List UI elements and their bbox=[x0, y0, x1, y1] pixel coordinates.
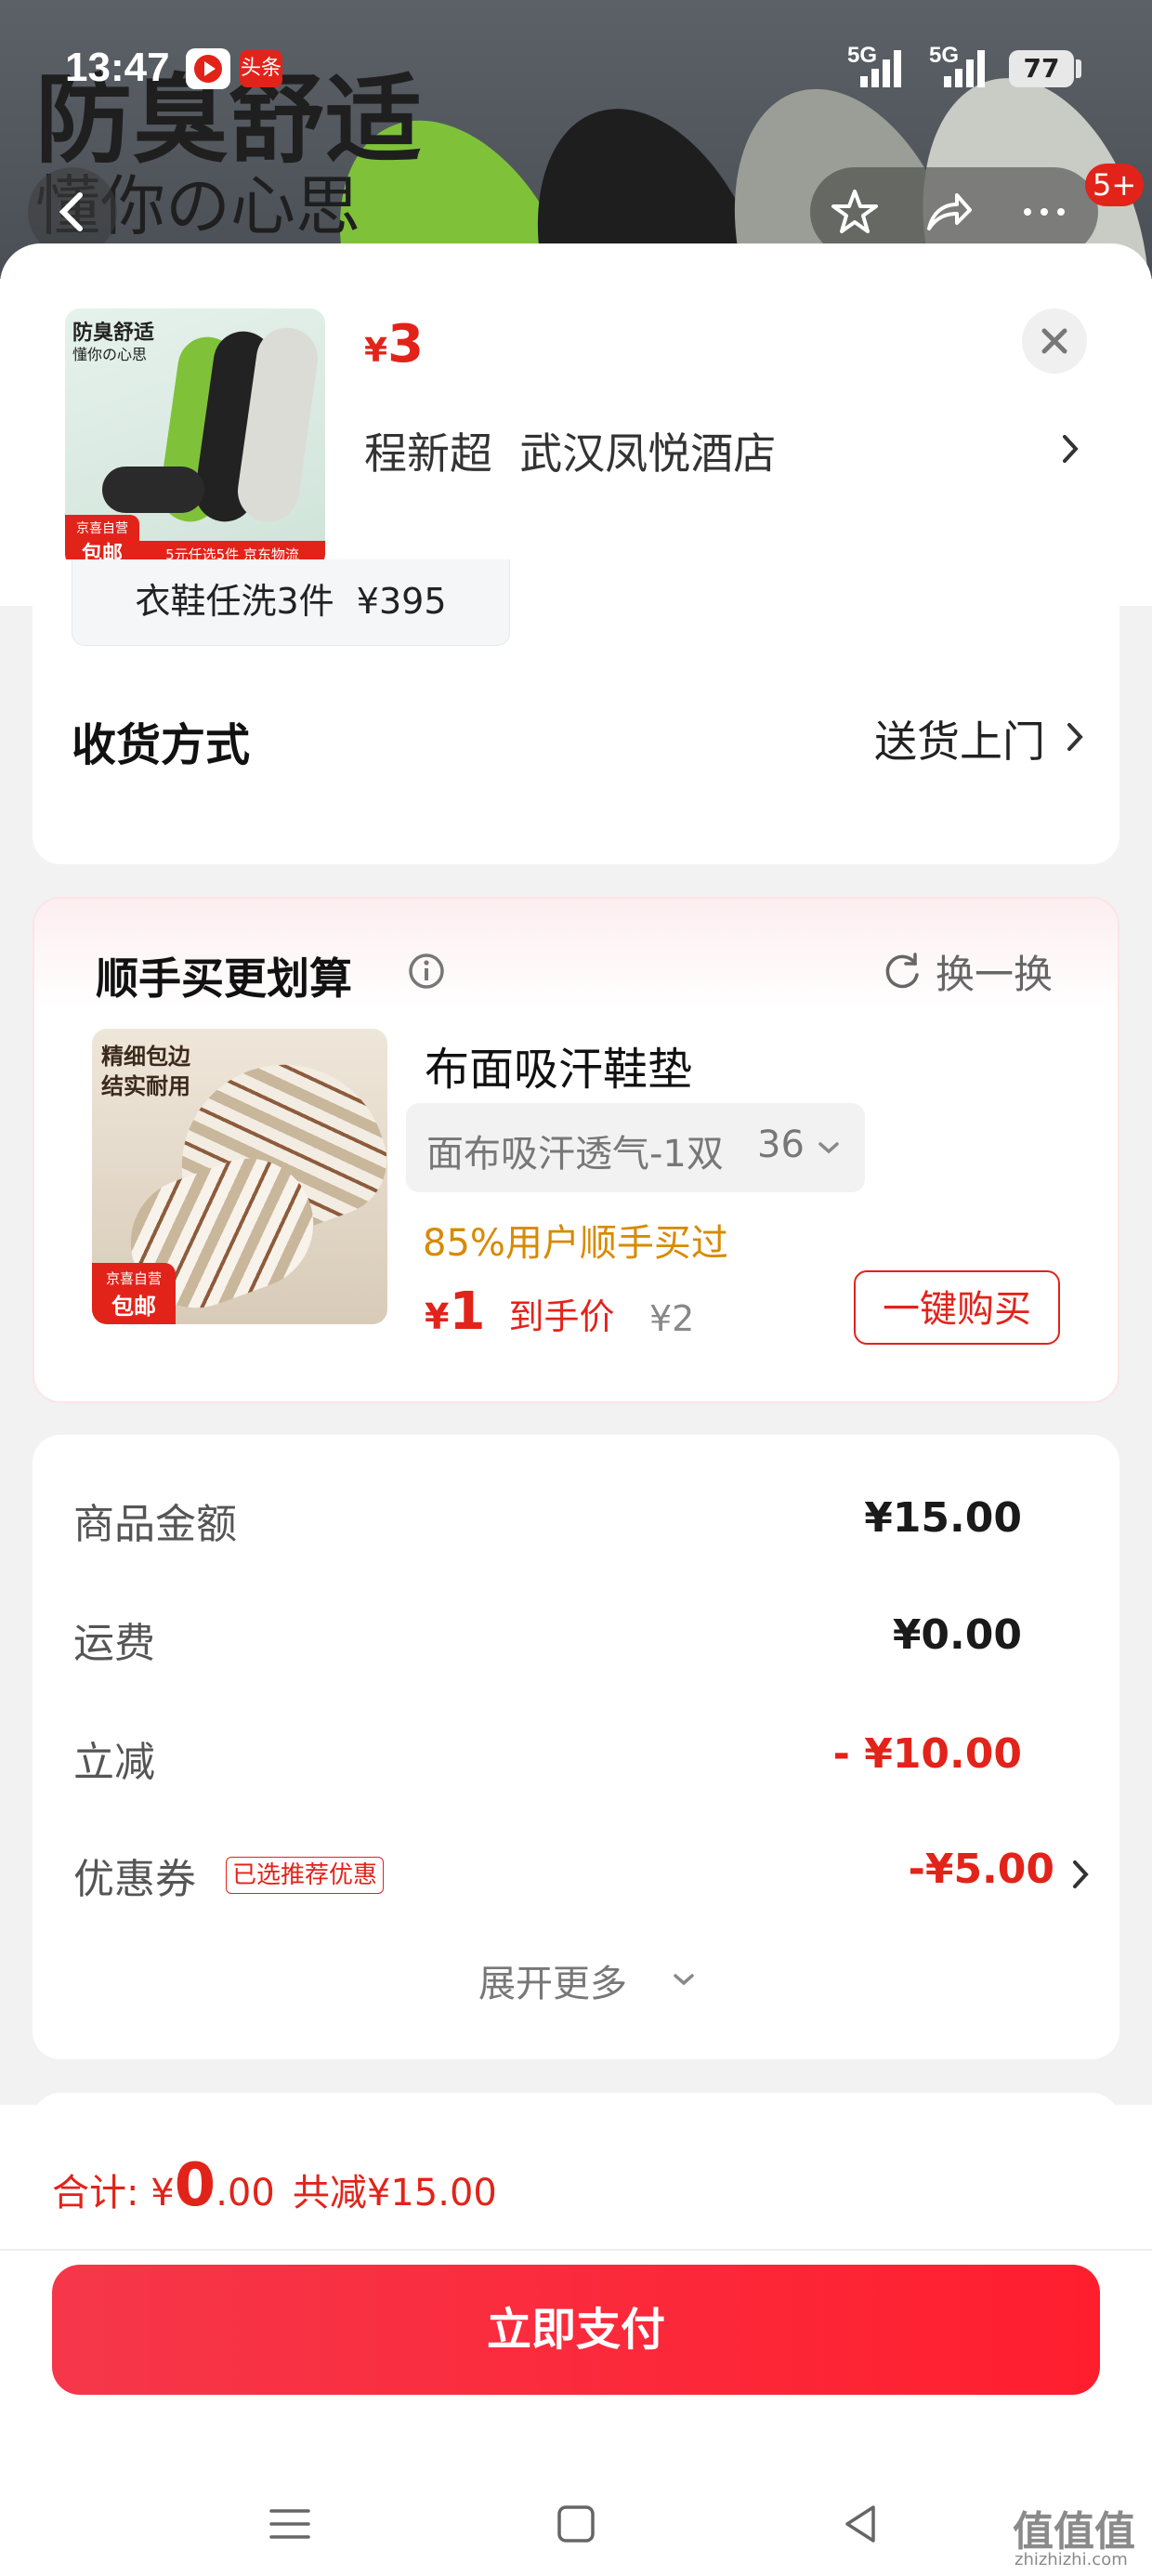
summary-value-discount: - ¥10.00 bbox=[832, 1730, 1022, 1778]
delivery-card: 衣鞋任洗3件 ¥395 收货方式 送货上门 bbox=[33, 559, 1119, 864]
social-proof: 85%用户顺手买过 bbox=[423, 1222, 728, 1265]
upsell-thumb-badge: 京喜自营 包邮 bbox=[92, 1263, 176, 1324]
upsell-thumb-text2: 结实耐用 bbox=[101, 1073, 190, 1099]
delivery-method[interactable]: 送货上门 bbox=[831, 708, 1101, 773]
footer-divider bbox=[0, 2249, 1152, 2251]
close-icon bbox=[1041, 328, 1067, 354]
battery-icon: 77 bbox=[1009, 50, 1074, 87]
variant-size: 36 bbox=[757, 1124, 805, 1166]
video-app-icon bbox=[186, 48, 230, 89]
thumb-badge-top: 京喜自营 bbox=[76, 521, 128, 536]
product-price: ¥3 bbox=[364, 314, 424, 375]
summary-value-coupon: -¥5.00 bbox=[908, 1846, 1054, 1893]
toutiao-badge: 头条 bbox=[240, 50, 282, 87]
expand-chevron-icon bbox=[674, 1974, 694, 1986]
battery-tip bbox=[1076, 59, 1081, 78]
summary-value-subtotal: ¥15.00 bbox=[864, 1494, 1022, 1542]
refresh-button[interactable]: 换一换 bbox=[880, 940, 1093, 999]
refresh-icon bbox=[885, 953, 919, 989]
total-prefix: 合计: bbox=[52, 2172, 151, 2215]
expand-more-label: 展开更多 bbox=[478, 1963, 627, 2005]
chevron-right-icon[interactable] bbox=[1054, 426, 1087, 472]
watermark-url: zhizhizhi.com bbox=[1015, 2550, 1128, 2569]
delivery-chevron-icon bbox=[1067, 723, 1083, 751]
summary-label-subtotal: 商品金额 bbox=[73, 1501, 237, 1548]
service-option-label: 衣鞋任洗3件 ¥395 bbox=[135, 581, 447, 622]
star-icon[interactable] bbox=[827, 184, 883, 240]
chevron-down-icon bbox=[818, 1142, 839, 1154]
thumb-insole-dark bbox=[102, 467, 204, 513]
notification-badge: 5+ bbox=[1085, 164, 1145, 206]
menu-nav-icon[interactable] bbox=[266, 2500, 314, 2548]
delivery-value: 送货上门 bbox=[874, 716, 1045, 767]
upsell-thumb-text1: 精细包边 bbox=[101, 1044, 190, 1070]
upsell-thumb-badge-top: 京喜自营 bbox=[105, 1270, 162, 1287]
upsell-original-price: ¥2 bbox=[649, 1298, 695, 1339]
variant-label: 面布吸汗透气-1双 bbox=[426, 1133, 724, 1176]
summary-label-discount: 立减 bbox=[73, 1739, 155, 1786]
upsell-price-value: 1 bbox=[449, 1281, 486, 1342]
variant-selector[interactable]: 面布吸汗透气-1双 36 bbox=[406, 1103, 865, 1192]
total-saved: 共减¥15.00 bbox=[292, 2172, 497, 2215]
shipping-address[interactable]: 程新超 武汉凤悦酒店 bbox=[364, 420, 776, 481]
upsell-thumb-badge-main: 包邮 bbox=[111, 1294, 156, 1320]
expand-more-button[interactable]: 展开更多 bbox=[478, 1953, 720, 2009]
price-summary-card-lower: 优惠券 已选推荐优惠 -¥5.00 展开更多 bbox=[33, 1823, 1119, 2059]
product-price-symbol: ¥ bbox=[364, 332, 388, 370]
upsell-thumbnail[interactable]: 精细包边 结实耐用 京喜自营 包邮 bbox=[92, 1029, 387, 1324]
share-icon[interactable] bbox=[920, 184, 975, 240]
upsell-price-symbol: ¥ bbox=[425, 1296, 450, 1337]
coupon-tag: 已选推荐优惠 bbox=[226, 1857, 385, 1894]
order-total: 合计: ¥0.00 共减¥15.00 bbox=[52, 2151, 497, 2220]
product-price-value: 3 bbox=[387, 314, 425, 375]
watermark-logo: 值值值 bbox=[1013, 2508, 1135, 2556]
home-nav-icon[interactable] bbox=[552, 2500, 600, 2548]
thumb-text2: 懂你の心思 bbox=[72, 346, 148, 363]
status-time: 13:47 bbox=[65, 45, 170, 90]
signal1-icon bbox=[860, 50, 901, 87]
background-product-page: 防臭舒适 懂你の心思 5+ bbox=[0, 0, 1152, 279]
battery-level: 77 bbox=[1023, 53, 1060, 84]
upsell-title: 顺手买更划算 bbox=[96, 953, 352, 1004]
upsell-price-suffix: 到手价 bbox=[508, 1296, 615, 1337]
upsell-price: ¥1 到手价 bbox=[425, 1281, 615, 1342]
summary-label-coupon: 优惠券 bbox=[73, 1856, 196, 1903]
total-symbol: ¥ bbox=[151, 2172, 175, 2215]
info-icon[interactable] bbox=[406, 951, 447, 992]
more-icon[interactable] bbox=[1016, 184, 1072, 240]
back-nav-icon[interactable] bbox=[836, 2500, 884, 2548]
coupon-row[interactable]: -¥5.00 bbox=[869, 1842, 1110, 1907]
close-button[interactable] bbox=[1022, 309, 1087, 374]
product-thumbnail: 防臭舒适 懂你の心思 京喜自营 包邮 5元任选5件 京东物流 bbox=[65, 309, 325, 569]
refresh-label: 换一换 bbox=[936, 952, 1054, 997]
summary-label-shipping: 运费 bbox=[73, 1620, 155, 1667]
summary-value-shipping: ¥0.00 bbox=[892, 1611, 1022, 1659]
total-int: 0 bbox=[174, 2151, 216, 2220]
delivery-label: 收货方式 bbox=[72, 719, 251, 771]
total-dec: .00 bbox=[216, 2172, 275, 2215]
price-summary-card: 商品金额 ¥15.00 运费 ¥0.00 立减 - ¥10.00 bbox=[33, 1435, 1119, 1855]
pay-now-button[interactable]: 立即支付 bbox=[52, 2265, 1100, 2395]
service-option-chip[interactable]: 衣鞋任洗3件 ¥395 bbox=[72, 559, 510, 646]
one-click-buy-button[interactable]: 一键购买 bbox=[854, 1270, 1060, 1345]
signal2-icon bbox=[944, 50, 985, 87]
upsell-card: 顺手买更划算 换一换 精细包边 结实耐用 京喜自营 包邮 布面吸汗鞋垫 面布吸汗… bbox=[33, 897, 1119, 1403]
upsell-product-name[interactable]: 布面吸汗鞋垫 bbox=[425, 1032, 692, 1097]
coupon-chevron-icon bbox=[1073, 1860, 1089, 1888]
